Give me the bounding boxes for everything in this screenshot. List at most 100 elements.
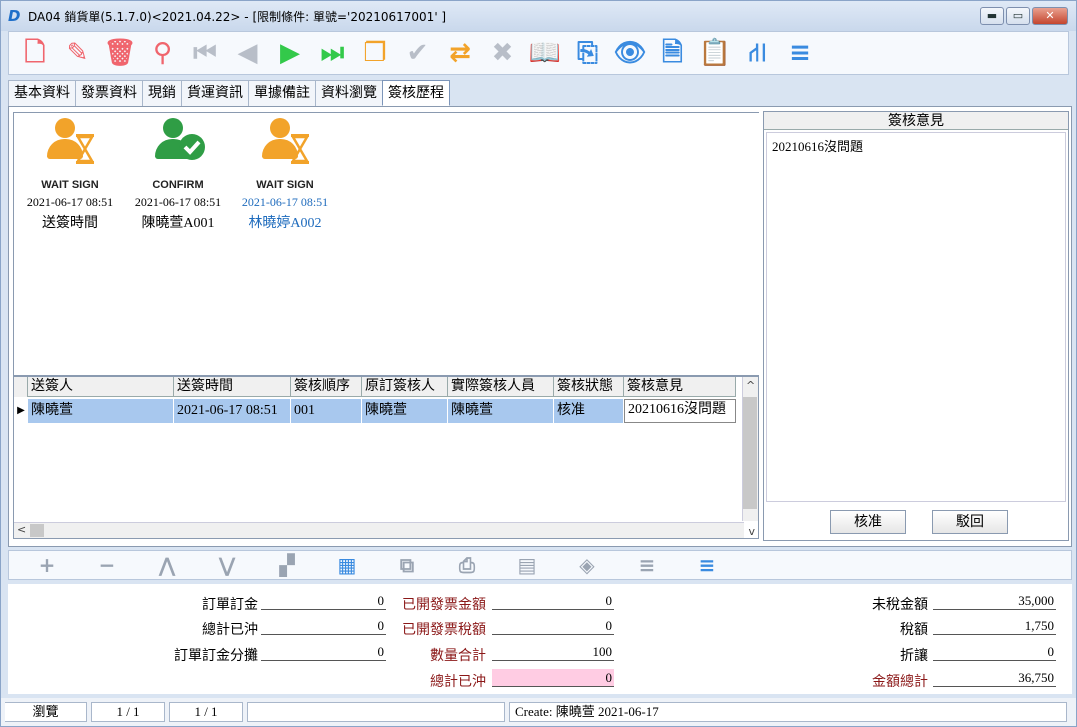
scroll-up-arrow-icon[interactable]: ^ <box>746 379 755 392</box>
invoiced-tax-field: 0 <box>492 617 614 635</box>
tax-field: 1,750 <box>933 617 1056 635</box>
attachment-clip-icon[interactable]: ⎘ <box>570 35 606 71</box>
move-up-icon[interactable]: ⋀ <box>147 553 187 577</box>
signoff-timeline: WAIT SIGN 2021-06-17 08:51 送簽時間 CONFIRM 2021… <box>13 112 759 376</box>
hourglass-icon <box>290 134 310 164</box>
tab-2[interactable]: 現銷 <box>142 80 182 106</box>
column-header[interactable]: 送簽時間 <box>174 377 291 397</box>
discount-label: 折讓 <box>900 648 928 664</box>
transfer-icon[interactable]: ⇄ <box>442 35 478 71</box>
calendar-icon[interactable]: ▦ <box>327 553 367 577</box>
menu-lines-icon[interactable]: ≡ <box>782 35 818 71</box>
grid-cell[interactable]: 陳曉萱 <box>28 399 174 423</box>
scroll-down-arrow-icon[interactable]: v <box>748 525 755 538</box>
document-icon[interactable]: ▤ <box>507 553 547 577</box>
opinion-header: 簽核意見 <box>764 112 1068 130</box>
first-record-icon[interactable]: ⏮ <box>187 35 223 71</box>
copy-doc-icon[interactable]: ❐ <box>357 35 393 71</box>
row-marker-icon: ▶ <box>17 405 25 416</box>
close-button[interactable]: ✕ <box>1032 7 1068 25</box>
grid-cell[interactable]: 001 <box>291 399 362 423</box>
tag-icon[interactable]: ◈ <box>567 553 607 577</box>
export-xls-icon[interactable]: 🗎 <box>655 35 691 71</box>
tab-1[interactable]: 發票資料 <box>75 80 143 106</box>
vertical-scroll-thumb[interactable] <box>743 397 757 509</box>
print-icon[interactable]: ⎙ <box>447 553 487 577</box>
grid-header: 送簽人 送簽時間 簽核順序 原訂簽核人 實際簽核人員 簽核狀態 簽核意見 <box>14 377 736 397</box>
grid-cell[interactable]: 20210616沒問題 <box>624 399 736 423</box>
list-blue-icon[interactable]: ≡ <box>687 553 727 577</box>
column-header[interactable]: 簽核順序 <box>291 377 362 397</box>
column-header[interactable]: 原訂簽核人 <box>362 377 448 397</box>
approve-button[interactable]: 核准 <box>830 510 906 534</box>
flow-tree-icon[interactable]: ⛙ <box>740 35 776 71</box>
table-row[interactable]: ▶ 陳曉萱 2021-06-17 08:51 001 陳曉萱 陳曉萱 核准 20210616沒… <box>14 399 736 423</box>
reject-button[interactable]: 駁回 <box>932 510 1008 534</box>
step-status-label: WAIT SIGN <box>256 179 314 191</box>
confirm-check-icon[interactable]: ✔ <box>400 35 436 71</box>
add-row-icon[interactable]: + <box>27 553 67 577</box>
pretax-field: 35,000 <box>933 592 1056 610</box>
open-book-icon[interactable]: 📖 <box>527 35 563 71</box>
grid-cell[interactable]: 陳曉萱 <box>448 399 554 423</box>
tab-0[interactable]: 基本資料 <box>8 80 76 106</box>
status-spacer <box>247 702 505 722</box>
move-down-icon[interactable]: ⋁ <box>207 553 247 577</box>
tab-6[interactable]: 簽核歷程 <box>382 80 450 106</box>
qty-total-label: 數量合計 <box>430 648 486 664</box>
last-record-icon[interactable]: ⏭ <box>315 35 351 71</box>
minimize-button[interactable]: ▬ <box>980 7 1004 25</box>
horizontal-scroll-thumb[interactable] <box>30 524 44 537</box>
discount-field: 0 <box>933 643 1056 661</box>
checkmark-icon <box>179 134 205 160</box>
opinion-textarea[interactable]: 20210616沒問題 <box>766 132 1066 502</box>
edit-pencil-icon[interactable]: ✎ <box>60 35 96 71</box>
maximize-button[interactable]: ▭ <box>1006 7 1030 25</box>
column-header[interactable]: 送簽人 <box>28 377 174 397</box>
column-header[interactable]: 簽核意見 <box>624 377 736 397</box>
step-datetime: 2021-06-17 08:51 <box>26 195 114 209</box>
order-deposit-label: 訂單訂金 <box>202 597 258 613</box>
vertical-scrollbar[interactable]: ^ <box>742 377 758 521</box>
total-offset-label: 總計已沖 <box>202 622 258 638</box>
remove-row-icon[interactable]: − <box>87 553 127 577</box>
cancel-x-icon[interactable]: ✖ <box>485 35 521 71</box>
view-eye-icon[interactable]: 👁 <box>612 35 648 71</box>
step-datetime: 2021-06-17 08:51 <box>241 195 329 209</box>
status-page-1: 1 / 1 <box>91 702 165 722</box>
horizontal-scrollbar[interactable]: < <box>14 522 744 538</box>
clipboard-edit-icon[interactable]: 📋 <box>697 35 733 71</box>
grid-cell[interactable]: 陳曉萱 <box>362 399 448 423</box>
scroll-left-arrow-icon[interactable]: < <box>17 523 26 536</box>
status-create: Create: 陳曉萱 2021-06-17 <box>509 702 1067 722</box>
total-offset2-label: 總計已沖 <box>430 674 486 690</box>
copy-rows-icon[interactable]: ⧉ <box>387 553 427 577</box>
grand-total-field: 36,750 <box>933 669 1056 687</box>
timeline-step: WAIT SIGN 2021-06-17 08:51 林曉婷A002 <box>231 116 339 232</box>
app-window: D DA04 銷貨單(5.1.7.0)<2021.04.22> - [限制條件:… <box>0 0 1077 727</box>
grid-cell[interactable]: 核准 <box>554 399 624 423</box>
invoiced-tax-label: 已開發票稅額 <box>402 622 486 638</box>
tab-5[interactable]: 資料瀏覽 <box>315 80 383 106</box>
opinion-panel: 簽核意見 20210616沒問題 核准 駁回 <box>763 111 1069 541</box>
invoiced-amount-field: 0 <box>492 592 614 610</box>
column-header[interactable]: 實際簽核人員 <box>448 377 554 397</box>
deposit-alloc-field: 0 <box>261 643 386 661</box>
column-header[interactable]: 簽核狀態 <box>554 377 624 397</box>
grid-cell[interactable]: 2021-06-17 08:51 <box>174 399 291 423</box>
group-icon[interactable]: ▞ <box>267 553 307 577</box>
detail-toolbar: + − ⋀ ⋁ ▞ ▦ ⧉ ⎙ ▤ ◈ ≡ ≡ <box>8 550 1072 580</box>
deposit-alloc-label: 訂單訂金分攤 <box>174 648 258 664</box>
search-icon[interactable]: ⚲ <box>145 35 181 71</box>
tab-4[interactable]: 單據備註 <box>248 80 316 106</box>
step-name: 林曉婷A002 <box>248 216 322 231</box>
delete-trash-icon[interactable]: 🗑 <box>102 35 138 71</box>
prev-record-icon[interactable]: ◀ <box>230 35 266 71</box>
list-icon[interactable]: ≡ <box>627 553 667 577</box>
new-doc-icon[interactable]: 🗋 <box>17 35 53 71</box>
next-record-icon[interactable]: ▶ <box>272 35 308 71</box>
tab-strip: 基本資料 發票資料 現銷 貨運資訊 單據備註 資料瀏覽 簽核歷程 <box>8 80 450 106</box>
tax-label: 稅額 <box>900 622 928 638</box>
tab-3[interactable]: 貨運資訊 <box>181 80 249 106</box>
wait-sign-user-icon <box>39 116 101 178</box>
